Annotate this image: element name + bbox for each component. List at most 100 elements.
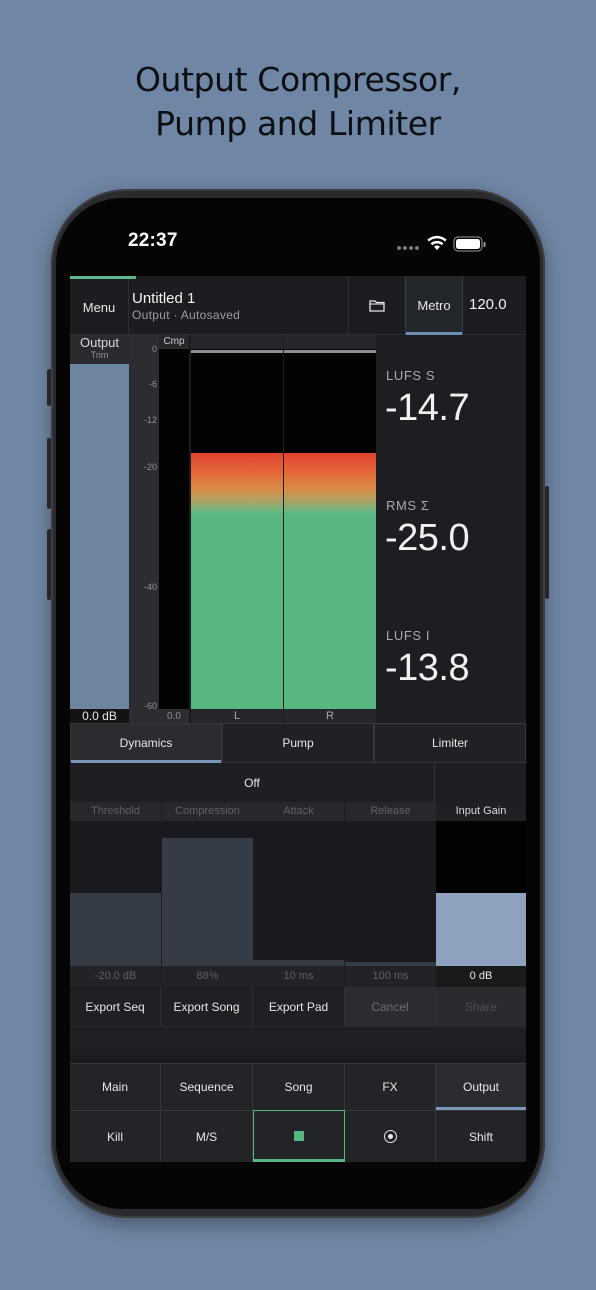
trim-value: 0.0 dB [70,709,129,724]
empty-row [70,1026,526,1055]
rms-sum-value: -25.0 [385,517,470,559]
record-button[interactable] [345,1110,436,1162]
output-trim-fader[interactable]: Output Trim 0.0 dB [70,335,129,724]
nav-song[interactable]: Song [253,1063,345,1110]
trim-fill [70,364,129,709]
nav-fx[interactable]: FX [345,1063,436,1110]
nav-output-label: Output [462,1080,500,1094]
project-title: Untitled 1 [132,290,196,307]
right-channel-meter: R [284,335,376,724]
scale-tick: -60 [143,701,157,711]
compression-fader[interactable]: Compression 88% [162,802,253,987]
record-icon [383,1130,397,1143]
project-subtitle: Output · Autosaved [132,308,241,322]
attack-label: Attack [253,802,344,821]
lufs-integrated-label: LUFS I [386,628,431,643]
tab-limiter[interactable]: Limiter [374,723,526,763]
export-pad-button[interactable]: Export Pad [253,987,345,1026]
scale-tick: 0 [151,344,157,354]
attack-track [253,821,344,966]
export-actions: Export Seq Export Song Export Pad Cancel… [70,987,526,1026]
transport-bar: Kill M/S Shift [70,1110,526,1162]
input-gain-value: 0 dB [436,966,526,987]
section-nav: Main Sequence Song FX Output [70,1063,526,1110]
attack-value: 10 ms [253,966,344,987]
left-peak-line [191,350,283,353]
threshold-label: Threshold [70,802,161,821]
threshold-fill [70,893,161,966]
battery-icon [453,236,486,252]
threshold-track [70,821,161,966]
phone-power-button [545,486,549,599]
tab-pump[interactable]: Pump [222,723,374,763]
headline-line-1: Output Compressor, [134,60,462,99]
lufs-short-value: -14.7 [385,387,470,429]
release-value: 100 ms [345,966,436,987]
scale-tick: -12 [143,415,157,425]
lufs-short-label: LUFS S [386,368,436,383]
nav-sequence[interactable]: Sequence [161,1063,253,1110]
compression-value: 88% [162,966,253,987]
loudness-readings: LUFS S -14.7 RMS Σ -25.0 LUFS I -13.8 [376,335,526,724]
compression-fill [162,838,253,966]
export-song-button[interactable]: Export Song [161,987,253,1026]
wifi-icon [427,235,447,250]
nav-output[interactable]: Output [436,1063,526,1110]
dynamics-toggle[interactable]: Off [70,764,435,802]
input-gain-fader[interactable]: Input Gain 0 dB [436,802,526,987]
ms-button[interactable]: M/S [161,1110,253,1162]
input-gain-fill [436,893,526,966]
menu-button[interactable]: Menu [70,279,129,335]
cancel-button[interactable]: Cancel [345,987,436,1026]
tempo-value[interactable]: 120.0 [469,296,507,313]
headline-line-2: Pump and Limiter [155,104,441,143]
compression-label: Compression [162,802,253,821]
right-channel-label: R [326,710,334,722]
scale-tick: -20 [143,462,157,472]
app-screen: Menu Untitled 1 Output · Autosaved Metro… [70,276,526,1162]
cmp-value: 0.0 [167,711,181,722]
right-peak-line [284,350,376,353]
status-icons [397,235,486,252]
input-gain-track [436,821,526,966]
trim-sublabel: Trim [90,350,109,360]
signal-dots-icon [397,246,419,250]
release-label: Release [345,802,436,821]
metro-button[interactable]: Metro [405,276,463,335]
headline: Output Compressor, Pump and Limiter [0,58,596,146]
rms-sum-label: RMS Σ [386,498,430,513]
threshold-value: -20.0 dB [70,966,161,987]
dynamics-toggle-spacer [436,764,526,802]
lufs-integrated-value: -13.8 [385,647,470,689]
left-meter-level [191,453,283,709]
export-seq-button[interactable]: Export Seq [70,987,161,1026]
top-bar: Menu Untitled 1 Output · Autosaved Metro… [70,276,526,335]
right-meter-level [284,453,376,709]
attack-fader[interactable]: Attack 10 ms [253,802,344,987]
stop-icon [294,1131,304,1141]
release-track [345,821,436,966]
cmp-label: Cmp [159,335,189,348]
scale-tick: -40 [143,582,157,592]
folder-button[interactable] [348,276,405,335]
status-time: 22:37 [128,230,178,251]
shift-button[interactable]: Shift [436,1110,526,1162]
kill-button[interactable]: Kill [70,1110,161,1162]
tab-dynamics[interactable]: Dynamics [70,723,222,763]
folder-icon [369,300,385,312]
scale-tick: -6 [148,379,157,389]
threshold-fader[interactable]: Threshold -20.0 dB [70,802,161,987]
nav-main[interactable]: Main [70,1063,161,1110]
release-fader[interactable]: Release 100 ms [345,802,436,987]
share-button[interactable]: Share [436,987,526,1026]
input-gain-label: Input Gain [436,802,526,821]
meter-scale: 0 -6 -12 -20 -40 -60 Cmp 0.0 [129,335,189,724]
metro-label: Metro [417,298,451,313]
stop-button[interactable] [253,1110,345,1162]
tab-dynamics-label: Dynamics [119,736,173,750]
trim-label: Output [79,335,120,350]
tab-dynamics-underline [71,760,221,763]
stop-underline [254,1159,344,1161]
compression-track [162,821,253,966]
compression-meter [159,349,189,709]
